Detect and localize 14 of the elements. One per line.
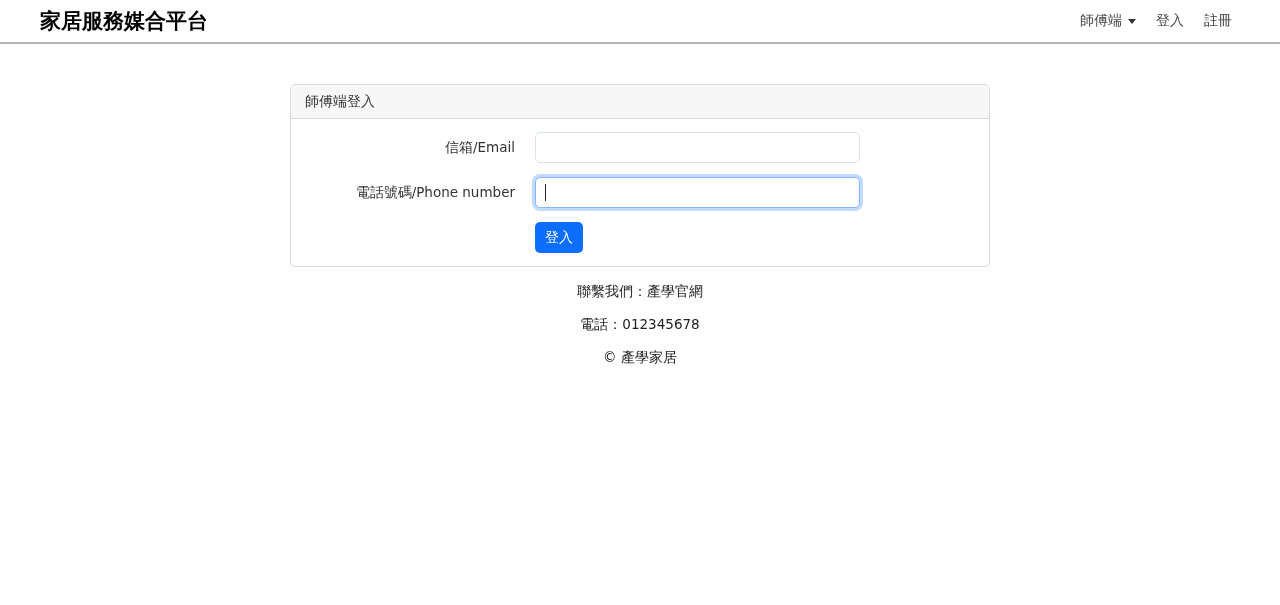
brand-title[interactable]: 家居服務媒合平台 — [40, 7, 208, 35]
text-cursor — [545, 184, 546, 201]
input-field[interactable] — [535, 177, 860, 208]
nav-link[interactable]: 登入 — [1148, 6, 1192, 36]
login-button[interactable]: 登入 — [535, 222, 583, 253]
footer-text: 電話：012345678 — [580, 315, 700, 334]
card-header: 師傅端登入 — [291, 85, 989, 119]
field-label: 電話號碼/Phone number — [354, 183, 515, 202]
nav-link[interactable]: 註冊 — [1196, 6, 1240, 36]
caret-icon — [1128, 18, 1136, 24]
footer-text: © 產學家居 — [603, 348, 677, 367]
field-label: 信箱/Email — [444, 138, 515, 157]
dropdown-toggle[interactable]: 師傅端 — [1072, 6, 1144, 36]
footer-text: 聯繫我們：產學官網 — [577, 282, 703, 301]
